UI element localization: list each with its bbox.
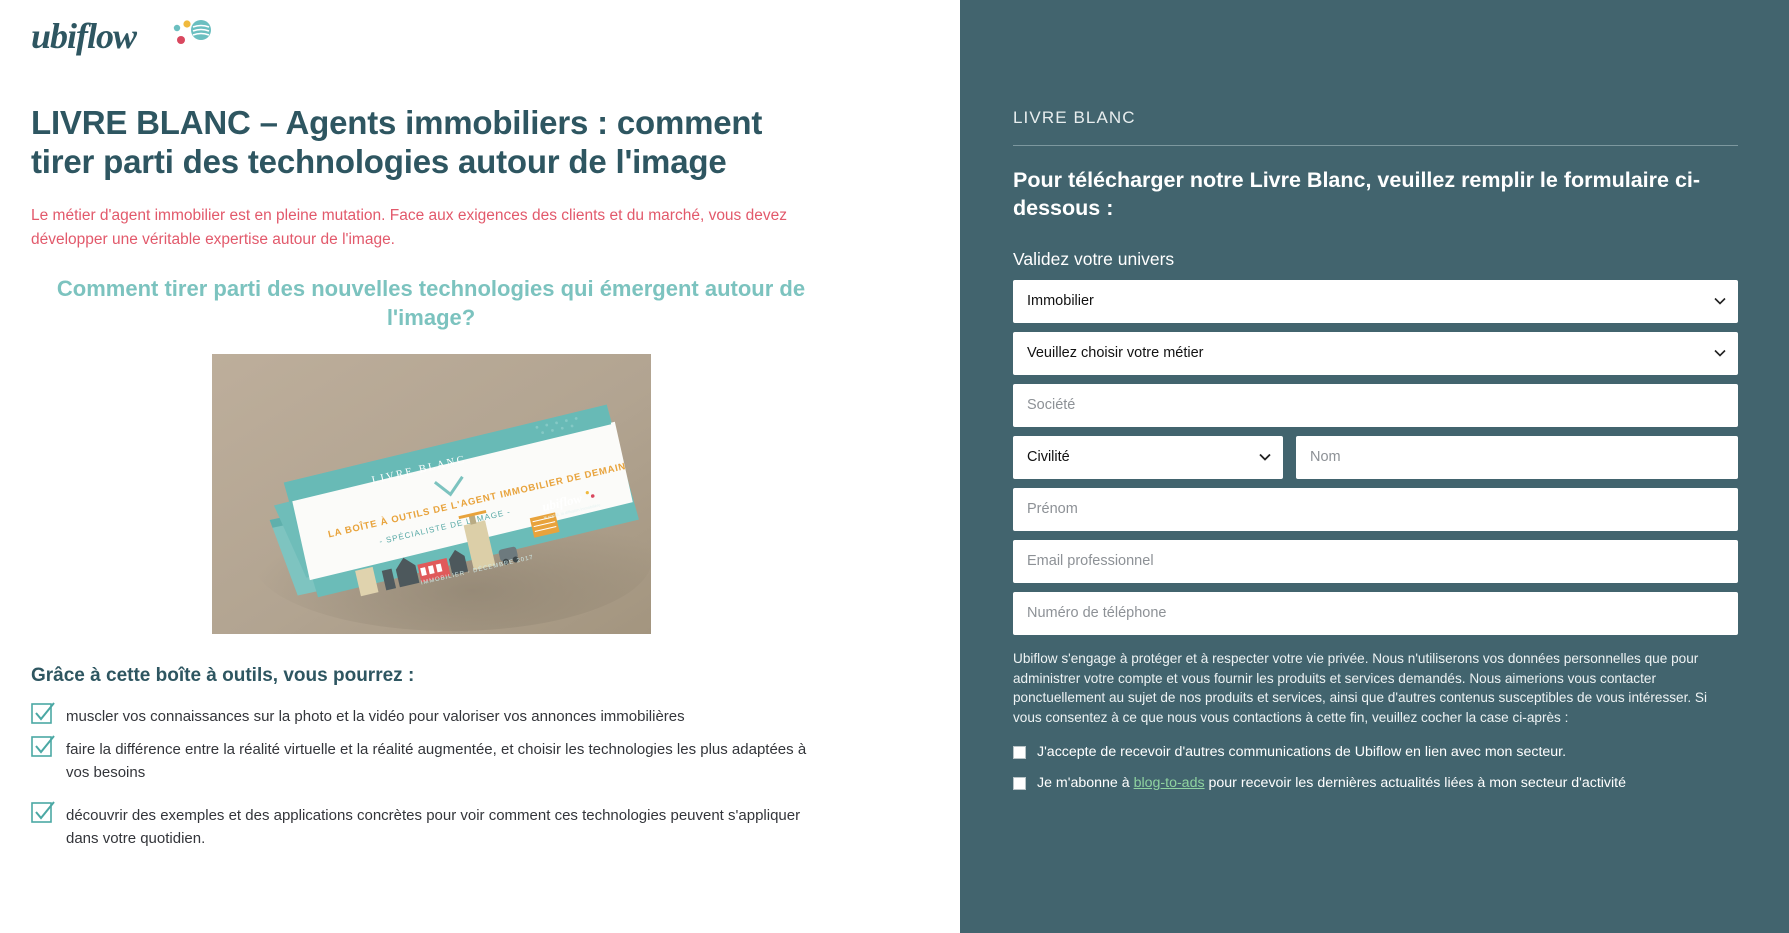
livre-blanc-cover-image: LIVRE BLANC LA BOÎTE À OUTILS DE L'AGENT… bbox=[211, 353, 651, 634]
list-item: muscler vos connaissances sur la photo e… bbox=[31, 702, 831, 729]
civilite-select-value: Civilité bbox=[1027, 449, 1070, 466]
email-placeholder: Email professionnel bbox=[1027, 553, 1154, 570]
checkbox-check-icon bbox=[31, 801, 55, 824]
metier-select[interactable]: Veuillez choisir votre métier bbox=[1013, 331, 1738, 375]
privacy-text: Ubiflow s'engage à protéger et à respect… bbox=[1013, 650, 1708, 726]
consent-row-newsletter[interactable]: Je m'abonne à blog-to-ads pour recevoir … bbox=[1013, 773, 1738, 793]
telephone-field[interactable]: Numéro de téléphone bbox=[1013, 591, 1738, 635]
metier-select-value: Veuillez choisir votre métier bbox=[1027, 345, 1204, 362]
email-row: Email professionnel bbox=[1013, 539, 1738, 583]
sub-heading: Comment tirer parti des nouvelles techno… bbox=[56, 275, 806, 330]
blog-to-ads-link[interactable]: blog-to-ads bbox=[1134, 775, 1205, 791]
prenom-placeholder: Prénom bbox=[1027, 501, 1078, 518]
telephone-placeholder: Numéro de téléphone bbox=[1027, 605, 1167, 622]
ubiflow-logo[interactable]: ubiflow bbox=[31, 14, 211, 62]
consent-row-communications[interactable]: J'accepte de recevoir d'autres communica… bbox=[1013, 742, 1738, 762]
book-mockup-illustration: LIVRE BLANC LA BOÎTE À OUTILS DE L'AGENT… bbox=[211, 353, 651, 634]
list-item-label: découvrir des exemples et des applicatio… bbox=[66, 807, 801, 847]
societe-placeholder: Société bbox=[1027, 397, 1076, 414]
nom-placeholder: Nom bbox=[1310, 449, 1341, 466]
consent-label-communications: J'accepte de recevoir d'autres communica… bbox=[1037, 744, 1567, 761]
content-column: ubiflow LIVRE BLANC – Agents immobiliers… bbox=[0, 0, 960, 933]
societe-row: Société bbox=[1013, 383, 1738, 427]
prenom-row: Prénom bbox=[1013, 487, 1738, 531]
nom-field[interactable]: Nom bbox=[1296, 435, 1738, 479]
list-item: faire la différence entre la réalité vir… bbox=[31, 735, 831, 784]
consent-checkbox-communications[interactable] bbox=[1013, 746, 1026, 760]
univers-label: Validez votre univers bbox=[1013, 248, 1175, 269]
landing-page: ubiflow LIVRE BLANC – Agents immobiliers… bbox=[0, 0, 1789, 933]
consent-newsletter-pre: Je m'abonne à bbox=[1037, 775, 1134, 792]
univers-select[interactable]: Immobilier bbox=[1013, 279, 1738, 323]
content-body: LIVRE BLANC – Agents immobiliers : comme… bbox=[31, 104, 831, 859]
checkbox-check-icon bbox=[31, 702, 55, 724]
societe-field[interactable]: Société bbox=[1013, 383, 1738, 427]
metier-row: Veuillez choisir votre métier bbox=[1013, 331, 1738, 375]
chevron-down-icon bbox=[1714, 350, 1726, 357]
benefits-list: muscler vos connaissances sur la photo e… bbox=[31, 702, 831, 851]
intro-paragraph: Le métier d'agent immobilier est en plei… bbox=[31, 206, 787, 248]
list-item-label: faire la différence entre la réalité vir… bbox=[66, 741, 807, 781]
civilite-select[interactable]: Civilité bbox=[1013, 435, 1283, 479]
telephone-row: Numéro de téléphone bbox=[1013, 591, 1738, 635]
form-kicker: LIVRE BLANC bbox=[1013, 108, 1136, 127]
form-divider bbox=[1013, 145, 1738, 146]
consent-newsletter-post: pour recevoir les dernières actualités l… bbox=[1204, 775, 1627, 792]
civilite-nom-row: Civilité Nom bbox=[1013, 435, 1738, 479]
list-item: découvrir des exemples et des applicatio… bbox=[31, 801, 831, 850]
form-panel: LIVRE BLANC Pour télécharger notre Livre… bbox=[960, 0, 1789, 933]
consent-checkbox-newsletter[interactable] bbox=[1013, 777, 1026, 791]
univers-row: Immobilier bbox=[1013, 279, 1738, 323]
consent-label-newsletter: Je m'abonne à blog-to-ads pour recevoir … bbox=[1037, 773, 1626, 793]
univers-select-value: Immobilier bbox=[1027, 293, 1094, 310]
form-heading: Pour télécharger notre Livre Blanc, veui… bbox=[1013, 168, 1701, 221]
download-form: LIVRE BLANC Pour télécharger notre Livre… bbox=[1013, 108, 1738, 804]
email-field[interactable]: Email professionnel bbox=[1013, 539, 1738, 583]
chevron-down-icon bbox=[1259, 454, 1271, 462]
chevron-down-icon bbox=[1714, 298, 1726, 305]
svg-text:ubiflow: ubiflow bbox=[31, 16, 138, 56]
page-title: LIVRE BLANC – Agents immobiliers : comme… bbox=[31, 104, 763, 180]
prenom-field[interactable]: Prénom bbox=[1013, 487, 1738, 531]
checkbox-check-icon bbox=[31, 735, 55, 758]
ubiflow-logo-icon: ubiflow bbox=[31, 16, 211, 56]
benefits-list-title: Grâce à cette boîte à outils, vous pourr… bbox=[31, 664, 415, 686]
list-item-label: muscler vos connaissances sur la photo e… bbox=[66, 707, 685, 725]
